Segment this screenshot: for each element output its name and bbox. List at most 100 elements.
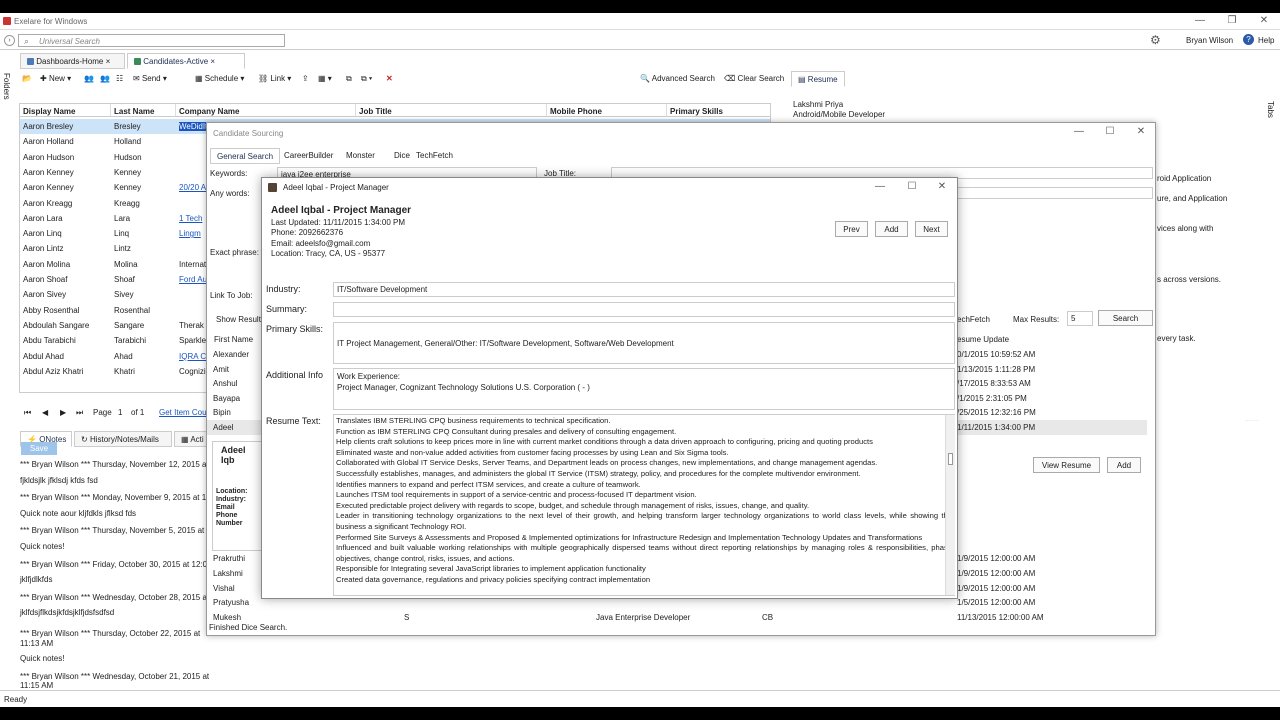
result-first-name: Amit xyxy=(213,364,229,374)
schedule-button[interactable]: ▦ Schedule ▾ xyxy=(195,74,244,83)
page-icon[interactable]: ⧉ ▾ xyxy=(361,74,372,84)
send-button[interactable]: ✉ Send ▾ xyxy=(133,74,167,83)
clear-search-button[interactable]: ⌫ Clear Search xyxy=(724,74,784,83)
resume-text-field[interactable]: Translates IBM STERLING CPQ business req… xyxy=(333,414,955,596)
note-item[interactable]: *** Bryan Wilson *** Thursday, November … xyxy=(20,526,210,551)
result-date: 1/9/2015 12:00:00 AM xyxy=(957,583,1036,593)
note-item[interactable]: *** Bryan Wilson *** Thursday, October 2… xyxy=(20,629,210,664)
get-item-count-link[interactable]: Get Item Cou xyxy=(159,408,207,417)
advanced-search-label: Advanced Search xyxy=(651,74,715,83)
profile-window: Adeel Iqbal - Project Manager — ☐ ✕ Adee… xyxy=(261,177,958,599)
group-icon[interactable]: 👥 xyxy=(100,74,110,83)
help-label[interactable]: Help xyxy=(1258,36,1274,45)
user-name[interactable]: Bryan Wilson xyxy=(1186,36,1233,45)
result-row[interactable]: Mukesh 11/13/2015 12:00:00 AM S Java Enterp… xyxy=(207,610,1147,625)
new-button[interactable]: ✚ New ▾ xyxy=(40,74,71,83)
back-nav-icon[interactable]: › xyxy=(4,35,15,46)
tab-general-search[interactable]: General Search xyxy=(210,148,281,164)
history-icon: ↻ xyxy=(81,435,88,444)
resume-name: Lakshmi Priya xyxy=(793,100,844,109)
tab-candidates-active[interactable]: Candidates-Active × xyxy=(127,53,245,69)
resume-line: Translates IBM STERLING CPQ business req… xyxy=(336,416,611,425)
prev-page-icon[interactable]: ◀ xyxy=(42,408,48,417)
universal-search-input[interactable]: ⌕ Universal Search xyxy=(18,34,285,47)
tabs-side-tab[interactable]: Tabs xyxy=(1266,101,1275,118)
minimize-icon[interactable]: — xyxy=(870,181,890,192)
note-body: Quick notes! xyxy=(20,654,65,664)
result-date: /17/2015 8:33:53 AM xyxy=(957,379,1031,389)
last-page-icon[interactable]: ⏭ xyxy=(76,408,83,418)
max-results-input[interactable]: 5 xyxy=(1067,311,1093,326)
col-job-title[interactable]: Job Title xyxy=(356,104,547,117)
resume-title: Android/Mobile Developer xyxy=(793,110,886,119)
maximize-icon[interactable]: ☐ xyxy=(902,181,922,192)
table-cell: Kenney xyxy=(114,167,142,177)
add-button[interactable]: Add xyxy=(875,221,908,237)
tab-history[interactable]: ↻ History/Notes/Mails xyxy=(74,431,172,447)
people-icon[interactable]: 👥 xyxy=(84,74,94,83)
grid-icon[interactable]: ▦ ▾ xyxy=(318,74,332,83)
resume-update-column[interactable]: esume Update xyxy=(957,335,1009,344)
search-button[interactable]: Search xyxy=(1098,310,1153,326)
tab-careerbuilder[interactable]: CareerBuilder xyxy=(278,148,339,164)
additional-info-line: Work Experience: xyxy=(337,372,400,381)
table-cell: Aaron Holland xyxy=(23,137,74,147)
delete-icon[interactable]: ✕ xyxy=(386,74,393,83)
note-item[interactable]: *** Bryan Wilson *** Friday, October 30,… xyxy=(20,560,210,585)
page-number[interactable]: 1 xyxy=(118,408,122,417)
folders-side-tab[interactable]: Folders xyxy=(2,73,11,100)
scroll-thumb[interactable] xyxy=(948,453,953,465)
note-item[interactable]: *** Bryan Wilson *** Wednesday, October … xyxy=(20,593,210,618)
qnotes-save-button[interactable]: Save xyxy=(21,442,57,455)
help-icon[interactable]: ? xyxy=(1243,34,1254,45)
close-icon[interactable]: ✕ xyxy=(1254,15,1274,26)
close-tab-icon[interactable]: × xyxy=(210,57,215,66)
resume-scrollbar[interactable] xyxy=(945,415,955,595)
col-last-name[interactable]: Last Name xyxy=(111,104,176,117)
tab-monster[interactable]: Monster xyxy=(340,148,381,164)
techfetch-tab[interactable]: echFetch xyxy=(957,315,990,324)
result-first-name: Adeel xyxy=(213,423,234,432)
advanced-search-button[interactable]: 🔍 Advanced Search xyxy=(640,74,715,83)
summary-field[interactable] xyxy=(333,302,955,317)
tab-resume[interactable]: ▤ Resume xyxy=(791,71,845,87)
view-resume-button[interactable]: View Resume xyxy=(1033,457,1100,473)
minimize-icon[interactable]: — xyxy=(1190,15,1210,26)
col-display-name[interactable]: Display Name xyxy=(20,104,111,117)
tab-techfetch[interactable]: TechFetch xyxy=(410,148,459,164)
gear-icon[interactable]: ⚙ xyxy=(1150,33,1161,47)
close-icon[interactable]: ✕ xyxy=(1131,126,1151,137)
note-item[interactable]: *** Bryan Wilson *** Monday, November 9,… xyxy=(20,493,210,518)
table-cell: Aaron Kreagg xyxy=(23,198,73,208)
close-icon[interactable]: ✕ xyxy=(932,181,952,192)
col-company-name[interactable]: Company Name xyxy=(176,104,356,117)
col-primary-skills[interactable]: Primary Skills xyxy=(667,104,770,117)
open-folder-icon[interactable]: 📂 xyxy=(22,74,32,83)
prev-button[interactable]: Prev xyxy=(835,221,868,237)
copy-icon[interactable]: ⧉ xyxy=(346,74,352,84)
export-icon[interactable]: ⇪ xyxy=(302,74,309,83)
first-name-column[interactable]: First Name xyxy=(214,335,253,344)
primary-skills-field[interactable]: IT Project Management, General/Other: IT… xyxy=(333,322,955,364)
org-icon[interactable]: ☷ xyxy=(116,74,123,83)
tab-dashboards-home[interactable]: Dashboards-Home × xyxy=(20,53,125,69)
status-text: Ready xyxy=(4,695,28,704)
add-button[interactable]: Add xyxy=(1107,457,1141,473)
maximize-icon[interactable]: ☐ xyxy=(1100,126,1120,137)
note-item[interactable]: *** Bryan Wilson *** Thursday, November … xyxy=(20,460,210,485)
next-page-icon[interactable]: ▶ xyxy=(60,408,66,417)
additional-info-label: Additional Info xyxy=(266,370,324,380)
link-button[interactable]: ⛓ Link ▾ xyxy=(258,74,291,83)
maximize-icon[interactable]: ❐ xyxy=(1222,15,1242,26)
first-page-icon[interactable]: ⏮ xyxy=(24,408,31,418)
close-tab-icon[interactable]: × xyxy=(106,57,111,66)
additional-info-field[interactable]: Work Experience: Project Manager, Cogniz… xyxy=(333,368,955,410)
col-mobile-phone[interactable]: Mobile Phone xyxy=(547,104,667,117)
minimize-icon[interactable]: — xyxy=(1069,126,1089,137)
industry-field[interactable]: IT/Software Development xyxy=(333,282,955,297)
table-cell: Sparkle xyxy=(179,336,207,346)
next-button[interactable]: Next xyxy=(915,221,948,237)
result-date: 1/9/2015 12:00:00 AM xyxy=(957,554,1036,563)
show-results-button[interactable]: Show Results xyxy=(216,315,265,324)
table-cell: Cognizi xyxy=(179,366,206,376)
